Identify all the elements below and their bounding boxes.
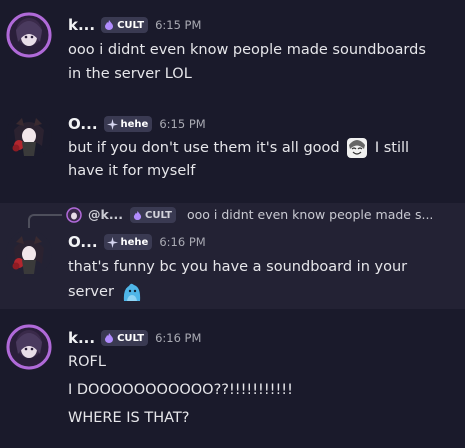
tag-label: CULT — [117, 19, 145, 31]
timestamp: 6:15 PM — [155, 18, 202, 32]
avatar-k[interactable] — [6, 12, 52, 58]
message-text: ROFL — [68, 354, 106, 370]
reply-preview-text[interactable]: ooo i didnt even know people made s... — [187, 206, 433, 224]
message-text: server — [68, 281, 145, 303]
avatar-o[interactable] — [6, 230, 52, 276]
server-tag[interactable]: hehe — [103, 116, 153, 132]
smiling-face-emoji-icon[interactable] — [346, 137, 368, 159]
flame-icon — [133, 210, 142, 220]
flame-icon — [105, 333, 114, 343]
tag-label: hehe — [120, 118, 149, 130]
avatar-k[interactable] — [6, 324, 52, 370]
avatar-o[interactable] — [6, 112, 52, 158]
timestamp: 6:16 PM — [159, 235, 206, 249]
tag-label: CULT — [145, 209, 172, 221]
server-tag[interactable]: hehe — [103, 234, 153, 250]
message-text: that's funny bc you have a soundboard in… — [68, 259, 408, 275]
tag-label: hehe — [120, 236, 149, 248]
message-text: have it for myself — [68, 163, 196, 179]
reply-server-tag[interactable]: CULT — [130, 207, 176, 223]
reply-username[interactable]: @k... — [88, 206, 123, 224]
sparkle-icon — [106, 236, 118, 248]
message-text: I DOOOOOOOOOOO??!!!!!!!!!!! — [68, 382, 293, 398]
reply-connector — [28, 214, 62, 228]
username[interactable]: O... — [68, 115, 98, 133]
blue-creature-emoji-icon[interactable] — [121, 281, 143, 303]
flame-icon — [105, 20, 114, 30]
username[interactable]: O... — [68, 233, 98, 251]
message-text: in the server LOL — [68, 66, 192, 82]
message-text-part: I still — [374, 140, 410, 156]
timestamp: 6:16 PM — [155, 331, 202, 345]
message-text-part: but if you don't use them it's all good — [68, 140, 340, 156]
server-tag[interactable]: CULT — [101, 17, 149, 33]
message-text-part: server — [68, 284, 114, 300]
username[interactable]: k... — [68, 329, 95, 347]
username[interactable]: k... — [68, 16, 95, 34]
server-tag[interactable]: CULT — [101, 330, 149, 346]
message-text: ooo i didnt even know people made soundb… — [68, 42, 426, 58]
message-text: but if you don't use them it's all good … — [68, 137, 409, 159]
message-text: WHERE IS THAT? — [68, 410, 190, 426]
timestamp: 6:15 PM — [159, 117, 206, 131]
reply-avatar[interactable] — [66, 207, 82, 223]
sparkle-icon — [106, 118, 118, 130]
tag-label: CULT — [117, 332, 145, 344]
